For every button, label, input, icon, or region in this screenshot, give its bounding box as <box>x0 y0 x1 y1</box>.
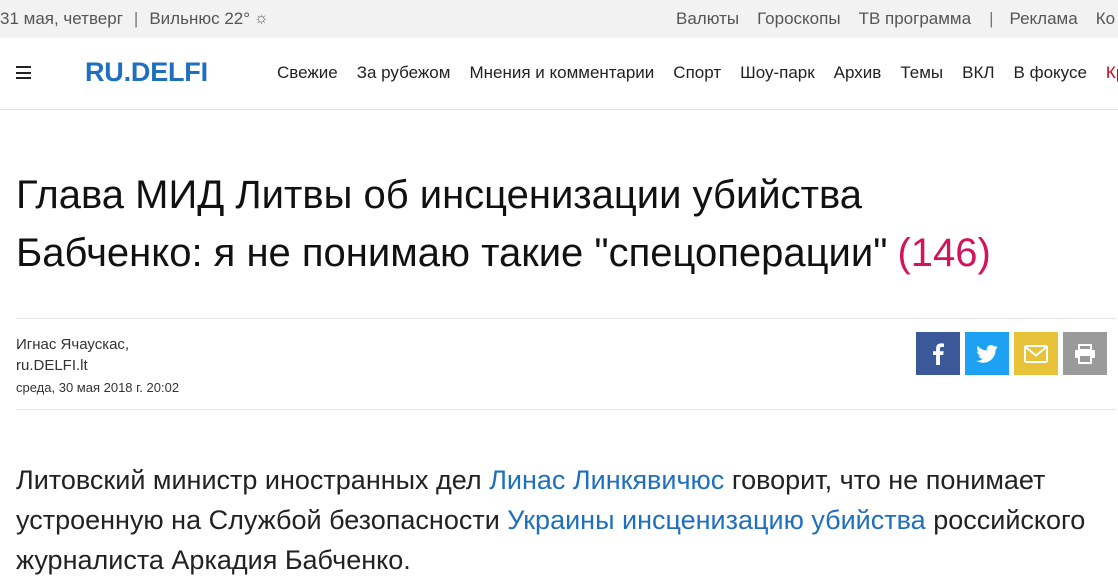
nav-item-show-park[interactable]: Шоу-парк <box>740 63 815 83</box>
link-tv-program[interactable]: ТВ программа <box>859 9 972 29</box>
nav-item-fresh[interactable]: Свежие <box>277 63 338 83</box>
current-date: 31 мая, четверг <box>0 9 123 28</box>
top-utility-bar: 31 мая, четверг | Вильнюс 22° ☼ Валюты Г… <box>0 0 1118 38</box>
sun-icon: ☼ <box>254 10 269 27</box>
nav-item-cut-off[interactable]: Кры <box>1106 63 1118 83</box>
article-source: ru.DELFI.lt <box>16 357 88 374</box>
link-minister-name[interactable]: Линас Линкявичюс <box>489 465 724 495</box>
print-icon <box>1075 343 1095 364</box>
nav-item-in-focus[interactable]: В фокусе <box>1014 63 1087 83</box>
nav-item-vkl[interactable]: ВКЛ <box>962 63 994 83</box>
link-horoscopes[interactable]: Гороскопы <box>757 9 840 29</box>
nav-item-archive[interactable]: Архив <box>834 63 882 83</box>
hamburger-icon[interactable] <box>16 66 31 79</box>
link-cut-off[interactable]: Ко <box>1096 9 1115 29</box>
link-ukraine-staging[interactable]: Украины инсценизацию убийства <box>507 505 925 535</box>
mail-icon <box>1024 344 1048 363</box>
twitter-icon <box>976 344 998 363</box>
article-title: Глава МИД Литвы об инсценизации убийства… <box>16 166 1096 282</box>
nav-item-sport[interactable]: Спорт <box>673 63 721 83</box>
nav-item-topics[interactable]: Темы <box>900 63 943 83</box>
author-name[interactable]: Игнас Ячаускас, <box>16 334 179 355</box>
divider: | <box>989 9 994 28</box>
divider <box>16 409 1116 410</box>
email-share-button[interactable] <box>1014 332 1058 375</box>
share-buttons <box>916 332 1112 375</box>
nav-item-opinions[interactable]: Мнения и комментарии <box>469 63 654 83</box>
title-line-2: Бабченко: я не понимаю такие "спецоперац… <box>16 231 888 275</box>
print-button[interactable] <box>1063 332 1107 375</box>
divider: | <box>133 9 139 28</box>
nav-menu: Свежие За рубежом Мнения и комментарии С… <box>277 63 1118 83</box>
site-logo[interactable]: RU.DELFI <box>85 57 208 88</box>
byline: Игнас Ячаускас, ru.DELFI.lt среда, 30 ма… <box>16 334 179 398</box>
main-navigation: RU.DELFI Свежие За рубежом Мнения и комм… <box>0 38 1118 110</box>
article-lead: Литовский министр иностранных дел Линас … <box>16 460 1106 580</box>
publish-date: среда, 30 мая 2018 г. 20:02 <box>16 380 180 395</box>
link-currency[interactable]: Валюты <box>676 9 739 29</box>
facebook-share-button[interactable] <box>916 332 960 375</box>
utility-links: Валюты Гороскопы ТВ программа | Реклама … <box>676 9 1118 29</box>
facebook-icon <box>933 342 944 365</box>
title-line-1: Глава МИД Литвы об инсценизации убийства <box>16 173 863 217</box>
date-weather: 31 мая, четверг | Вильнюс 22° ☼ <box>0 9 269 29</box>
comments-count-link[interactable]: (146) <box>897 231 990 275</box>
nav-item-abroad[interactable]: За рубежом <box>357 63 451 83</box>
weather-link[interactable]: Вильнюс 22° <box>149 9 250 29</box>
twitter-share-button[interactable] <box>965 332 1009 375</box>
divider <box>16 318 1116 319</box>
lead-text: Литовский министр иностранных дел <box>16 465 490 495</box>
link-advertising[interactable]: Реклама <box>1010 9 1078 29</box>
